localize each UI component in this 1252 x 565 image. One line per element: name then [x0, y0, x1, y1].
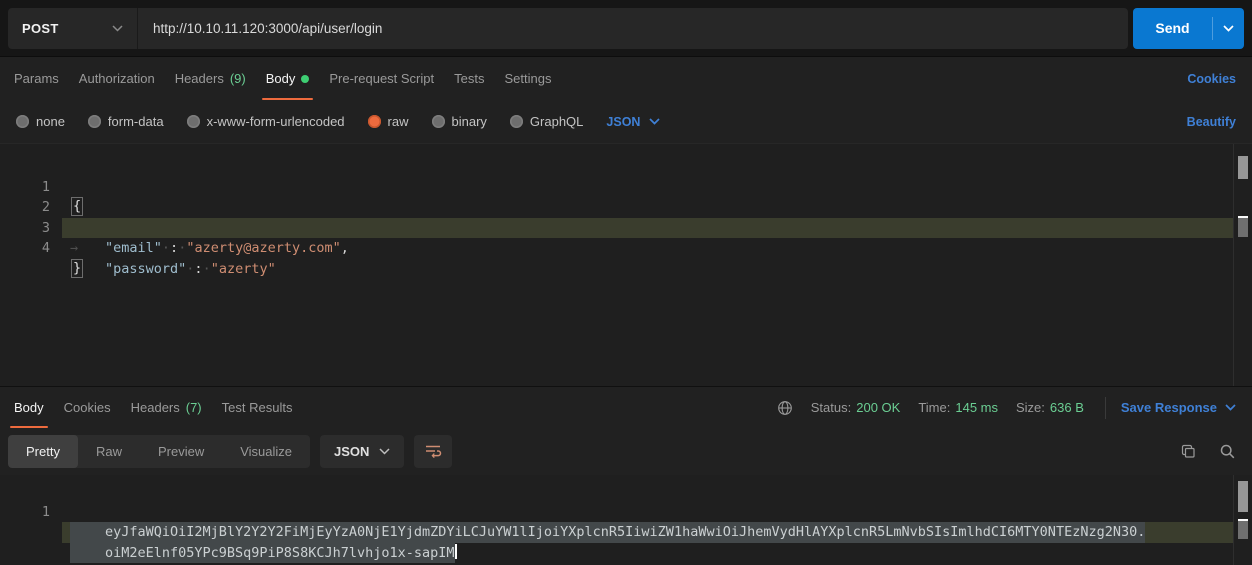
json-key: "email" [105, 240, 162, 256]
body-type-radio-binary[interactable]: binary [432, 114, 487, 129]
body-type-radio-none[interactable]: none [16, 114, 65, 129]
request-tabs: Params Authorization Headers (9) Body Pr… [0, 57, 1252, 100]
response-view-switcher: Pretty Raw Preview Visualize [8, 435, 310, 468]
code-line-1: 1 { [0, 156, 1252, 177]
json-value: "azerty@azerty.com" [186, 240, 340, 256]
method-url-field: POST [8, 8, 1128, 49]
search-icon[interactable] [1219, 443, 1236, 460]
method-dropdown[interactable]: POST [8, 8, 138, 49]
response-toolbar-right [1180, 443, 1236, 460]
json-key: "password" [105, 261, 186, 277]
wrap-lines-button[interactable] [414, 435, 452, 468]
body-type-selector: none form-data x-www-form-urlencoded raw… [0, 100, 1252, 143]
body-type-radio-graphql[interactable]: GraphQL [510, 114, 583, 129]
view-tab-raw[interactable]: Raw [78, 435, 140, 468]
tab-settings[interactable]: Settings [494, 57, 561, 100]
time-badge: Time: 145 ms [918, 400, 998, 415]
text-cursor [455, 544, 457, 559]
body-type-radio-raw[interactable]: raw [368, 114, 409, 129]
cursor-position-marker [1238, 519, 1248, 539]
tab-authorization[interactable]: Authorization [69, 57, 165, 100]
response-tab-headers[interactable]: Headers (7) [121, 387, 212, 428]
body-type-radio-x-www-form-urlencoded[interactable]: x-www-form-urlencoded [187, 114, 345, 129]
response-language-dropdown[interactable]: JSON [320, 435, 404, 468]
response-tab-body[interactable]: Body [4, 387, 54, 428]
close-brace: } [71, 259, 83, 278]
size-badge: Size: 636 B [1016, 400, 1084, 415]
response-body-viewer[interactable]: 1 eyJhbGciOiJIUzI1NiIsInR5cCI6IkpXVCJ9. … [0, 475, 1252, 565]
editor-scrollbar-track [1233, 144, 1252, 386]
url-input[interactable] [138, 8, 1128, 49]
response-meta: Status: 200 OK Time: 145 ms Size: 636 B … [777, 387, 1236, 428]
radio-icon [510, 115, 523, 128]
response-line-1: 1 eyJhbGciOiJIUzI1NiIsInR5cCI6IkpXVCJ9. [0, 481, 1252, 502]
beautify-link[interactable]: Beautify [1187, 115, 1236, 129]
headers-count-badge: (9) [230, 71, 246, 86]
divider [1105, 397, 1106, 419]
save-response-button[interactable]: Save Response [1121, 400, 1236, 415]
code-line-3: 3 → "password"·:·"azerty" [0, 197, 1252, 218]
radio-icon [16, 115, 29, 128]
jwt-payload-segment: eyJfaWQiOiI2MjBlY2Y2Y2FiMjEyYzA0NjE1Yjdm… [70, 522, 1145, 543]
tab-headers[interactable]: Headers (9) [165, 57, 256, 100]
jwt-signature-segment: oiM2eElnf05YPc9BSq9PiP8S8KCJh7lvhjo1x-sa… [70, 543, 455, 564]
code-line-2: 2 → "email"·:·"azerty@azerty.com", [0, 177, 1252, 198]
open-brace: { [71, 197, 83, 216]
tab-whitespace-icon: → [70, 238, 78, 259]
json-value: "azerty" [211, 261, 276, 277]
globe-icon[interactable] [777, 400, 793, 416]
response-line-2: eyJfaWQiOiI2MjBlY2Y2Y2FiMjEyYzA0NjE1Yjdm… [0, 502, 1252, 523]
view-tab-pretty[interactable]: Pretty [8, 435, 78, 468]
chevron-down-icon [1225, 404, 1236, 411]
radio-icon [432, 115, 445, 128]
tab-tests[interactable]: Tests [444, 57, 494, 100]
request-body-editor[interactable]: 1 { 2 → "email"·:·"azerty@azerty.com", 3… [0, 143, 1252, 386]
response-scrollbar-track [1233, 475, 1252, 565]
tab-body[interactable]: Body [256, 57, 320, 100]
response-tab-test-results[interactable]: Test Results [212, 387, 303, 428]
tab-params[interactable]: Params [4, 57, 69, 100]
request-url-bar: POST Send [0, 0, 1252, 57]
cookies-link[interactable]: Cookies [1187, 72, 1236, 86]
response-toolbar: Pretty Raw Preview Visualize JSON [0, 428, 1252, 475]
send-options-chevron[interactable] [1213, 8, 1244, 49]
copy-icon[interactable] [1180, 443, 1197, 460]
request-language-dropdown[interactable]: JSON [606, 115, 660, 129]
status-badge: Status: 200 OK [811, 400, 901, 415]
tab-pre-request-script[interactable]: Pre-request Script [319, 57, 444, 100]
body-type-radio-form-data[interactable]: form-data [88, 114, 164, 129]
wrap-lines-icon [424, 443, 442, 461]
radio-icon [88, 115, 101, 128]
editor-scrollbar-thumb[interactable] [1238, 156, 1248, 179]
method-label: POST [22, 21, 59, 36]
code-line-4-active: 4 } [0, 218, 1252, 239]
response-tab-cookies[interactable]: Cookies [54, 387, 121, 428]
chevron-down-icon [112, 25, 123, 32]
chevron-down-icon [649, 118, 660, 125]
body-modified-dot [301, 75, 309, 83]
send-button[interactable]: Send [1133, 8, 1244, 49]
response-header: Body Cookies Headers (7) Test Results St… [0, 386, 1252, 428]
view-tab-preview[interactable]: Preview [140, 435, 222, 468]
send-label: Send [1133, 8, 1212, 49]
radio-selected-icon [368, 115, 381, 128]
chevron-down-icon [379, 448, 390, 455]
radio-icon [187, 115, 200, 128]
response-headers-count-badge: (7) [186, 400, 202, 415]
view-tab-visualize[interactable]: Visualize [222, 435, 310, 468]
response-scrollbar-thumb[interactable] [1238, 481, 1248, 512]
cursor-position-marker [1238, 216, 1248, 237]
line-number: 4 [0, 238, 50, 259]
